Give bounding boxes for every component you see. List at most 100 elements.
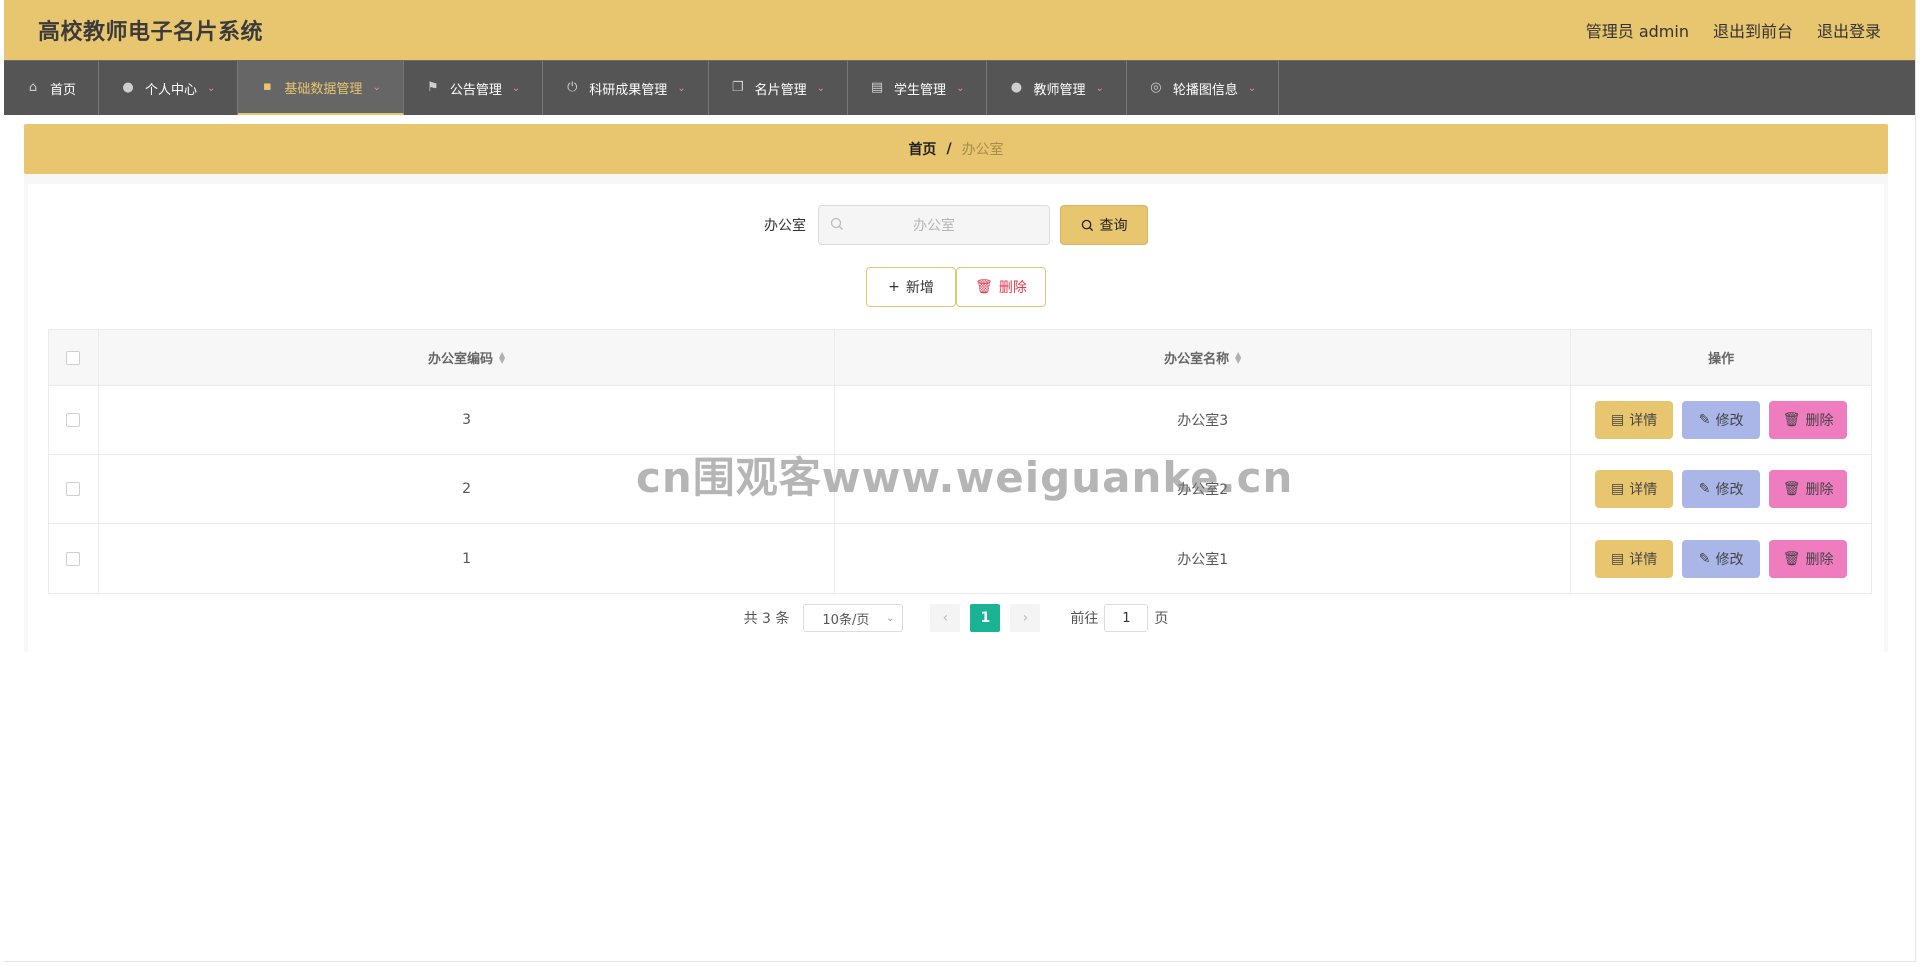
table-row: 1 办公室1 ▤ 详情 ✎ 修改 🗑 删除	[49, 524, 1871, 593]
query-button[interactable]: 查询	[1060, 205, 1148, 245]
document-icon: ▤	[1611, 550, 1625, 567]
chevron-down-icon: ⌄	[886, 612, 895, 624]
page-number-current[interactable]: 1	[970, 604, 1001, 632]
select-all-checkbox[interactable]	[66, 350, 81, 365]
breadcrumb-home[interactable]: 首页	[908, 139, 936, 159]
sort-icon[interactable]: ▲ ▼	[499, 350, 505, 364]
goto-prefix: 前往	[1070, 611, 1099, 627]
search-placeholder: 办公室	[913, 218, 955, 234]
document-icon: ▤	[1611, 481, 1625, 497]
content-panel: 办公室 办公室 查询 + 新增 🗑 删除 办公室编码 ▲ ▼ 办公室名称 ▲ ▼ 操作 …	[28, 184, 1884, 652]
nav-research[interactable]: ⏻ 科研成果管理 ⌄	[543, 61, 709, 115]
page-size-select[interactable]: 10条/页 ⌄	[803, 604, 904, 632]
trash-icon: 🗑	[1782, 481, 1801, 497]
header-code[interactable]: 办公室编码 ▲ ▼	[99, 330, 836, 385]
table-row: 2 办公室2 ▤ 详情 ✎ 修改 🗑 删除	[49, 455, 1871, 524]
nav-card[interactable]: ❐ 名片管理 ⌄	[709, 61, 849, 115]
nav-student[interactable]: ▤ 学生管理 ⌄	[848, 61, 988, 115]
next-page-button[interactable]: ›	[1010, 604, 1041, 632]
cell-name: 办公室2	[835, 455, 1572, 523]
chevron-down-icon: ⌄	[1095, 82, 1104, 94]
goto-page-input[interactable]: 1	[1104, 604, 1149, 632]
edit-button[interactable]: ✎ 修改	[1682, 470, 1761, 508]
add-button[interactable]: + 新增	[866, 267, 956, 307]
breadcrumb: 首页 / 办公室	[24, 124, 1888, 174]
nav-label: 首页	[50, 82, 77, 98]
delete-label: 删除	[1805, 413, 1834, 429]
nav-carousel[interactable]: ◎ 轮播图信息 ⌄	[1127, 61, 1280, 115]
row-checkbox[interactable]	[66, 413, 81, 427]
row-checkbox[interactable]	[66, 482, 81, 496]
row-checkbox[interactable]	[66, 551, 81, 566]
user-icon: ●	[122, 80, 134, 95]
data-table: 办公室编码 ▲ ▼ 办公室名称 ▲ ▼ 操作 3 办公室3 ▤ 详情 ✎ 修改 🗑 删除 2 …	[48, 329, 1872, 594]
detail-button[interactable]: ▤ 详情	[1595, 401, 1674, 439]
detail-button[interactable]: ▤ 详情	[1595, 539, 1674, 578]
user-icon: ●	[1010, 80, 1023, 95]
document-icon: ▤	[1611, 412, 1625, 428]
add-button-label: 新增	[905, 280, 934, 296]
nav-basic-data[interactable]: ▪ 基础数据管理 ⌄	[238, 61, 404, 115]
cell-code: 3	[99, 386, 836, 454]
header-checkbox-cell	[49, 330, 99, 385]
total-count: 共 3 条	[743, 611, 790, 627]
delete-button-label: 删除	[998, 280, 1027, 296]
search-bar: 办公室 办公室 查询	[28, 205, 1884, 245]
cell-name: 办公室3	[835, 386, 1572, 454]
nav-label: 科研成果管理	[589, 82, 668, 98]
query-button-label: 查询	[1099, 218, 1128, 234]
goto-suffix: 页	[1154, 611, 1169, 627]
chevron-down-icon: ⌄	[372, 81, 381, 93]
nav-label: 学生管理	[894, 82, 947, 98]
cell-name: 办公室1	[835, 524, 1572, 593]
edit-label: 修改	[1715, 551, 1744, 568]
batch-delete-button[interactable]: 🗑 删除	[956, 267, 1046, 307]
delete-label: 删除	[1805, 551, 1834, 568]
trash-icon: 🗑	[1782, 412, 1801, 428]
nav-teacher[interactable]: ● 教师管理 ⌄	[987, 61, 1127, 115]
delete-button[interactable]: 🗑 删除	[1769, 539, 1848, 578]
top-header: 高校教师电子名片系统 管理员 admin 退出到前台 退出登录	[4, 0, 1915, 60]
chevron-down-icon: ⌄	[1247, 82, 1257, 94]
search-input[interactable]: 办公室	[818, 205, 1050, 245]
trash-icon: 🗑	[975, 279, 993, 295]
breadcrumb-current: 办公室	[961, 142, 1004, 158]
copy-icon: ❐	[731, 80, 744, 95]
delete-button[interactable]: 🗑 删除	[1769, 470, 1848, 508]
flag-icon: ⚑	[427, 80, 439, 95]
header-ops: 操作	[1571, 330, 1871, 385]
header-name[interactable]: 办公室名称 ▲ ▼	[835, 330, 1572, 385]
app-title: 高校教师电子名片系统	[38, 20, 264, 45]
pagination: 共 3 条 10条/页 ⌄ ‹ 1 › 前往 1 页	[28, 604, 1884, 632]
cell-code: 1	[99, 524, 836, 593]
edit-button[interactable]: ✎ 修改	[1682, 401, 1761, 439]
delete-label: 删除	[1805, 482, 1834, 498]
nav-label: 轮播图信息	[1172, 82, 1238, 98]
search-icon	[830, 217, 843, 230]
clipboard-icon: ▤	[870, 80, 884, 95]
prev-page-button[interactable]: ‹	[930, 604, 961, 632]
edit-button[interactable]: ✎ 修改	[1682, 539, 1761, 578]
nav-label: 名片管理	[754, 82, 807, 98]
pencil-icon: ✎	[1698, 481, 1711, 497]
sort-icon[interactable]: ▲ ▼	[1235, 350, 1241, 364]
goto-page: 前往 1 页	[1070, 604, 1168, 632]
detail-label: 详情	[1629, 482, 1658, 498]
back-to-front-link[interactable]: 退出到前台	[1713, 18, 1793, 42]
header-code-label: 办公室编码	[427, 352, 493, 367]
table-row: 3 办公室3 ▤ 详情 ✎ 修改 🗑 删除	[49, 386, 1871, 455]
trash-icon: 🗑	[1782, 550, 1801, 567]
edit-label: 修改	[1715, 482, 1744, 498]
delete-button[interactable]: 🗑 删除	[1769, 401, 1848, 439]
chat-icon: ▪	[263, 79, 272, 94]
header-name-label: 办公室名称	[1164, 352, 1230, 367]
nav-personal-center[interactable]: ● 个人中心 ⌄	[99, 61, 239, 115]
nav-home[interactable]: ⌂ 首页	[4, 61, 100, 115]
chevron-down-icon: ⌄	[677, 82, 686, 94]
cell-ops: ▤ 详情 ✎ 修改 🗑 删除	[1571, 524, 1871, 593]
nav-notice[interactable]: ⚑ 公告管理 ⌄	[404, 61, 544, 115]
detail-button[interactable]: ▤ 详情	[1595, 470, 1674, 508]
page-size-value: 10条/页	[822, 612, 870, 628]
search-icon	[1081, 219, 1093, 231]
logout-link[interactable]: 退出登录	[1817, 18, 1881, 42]
